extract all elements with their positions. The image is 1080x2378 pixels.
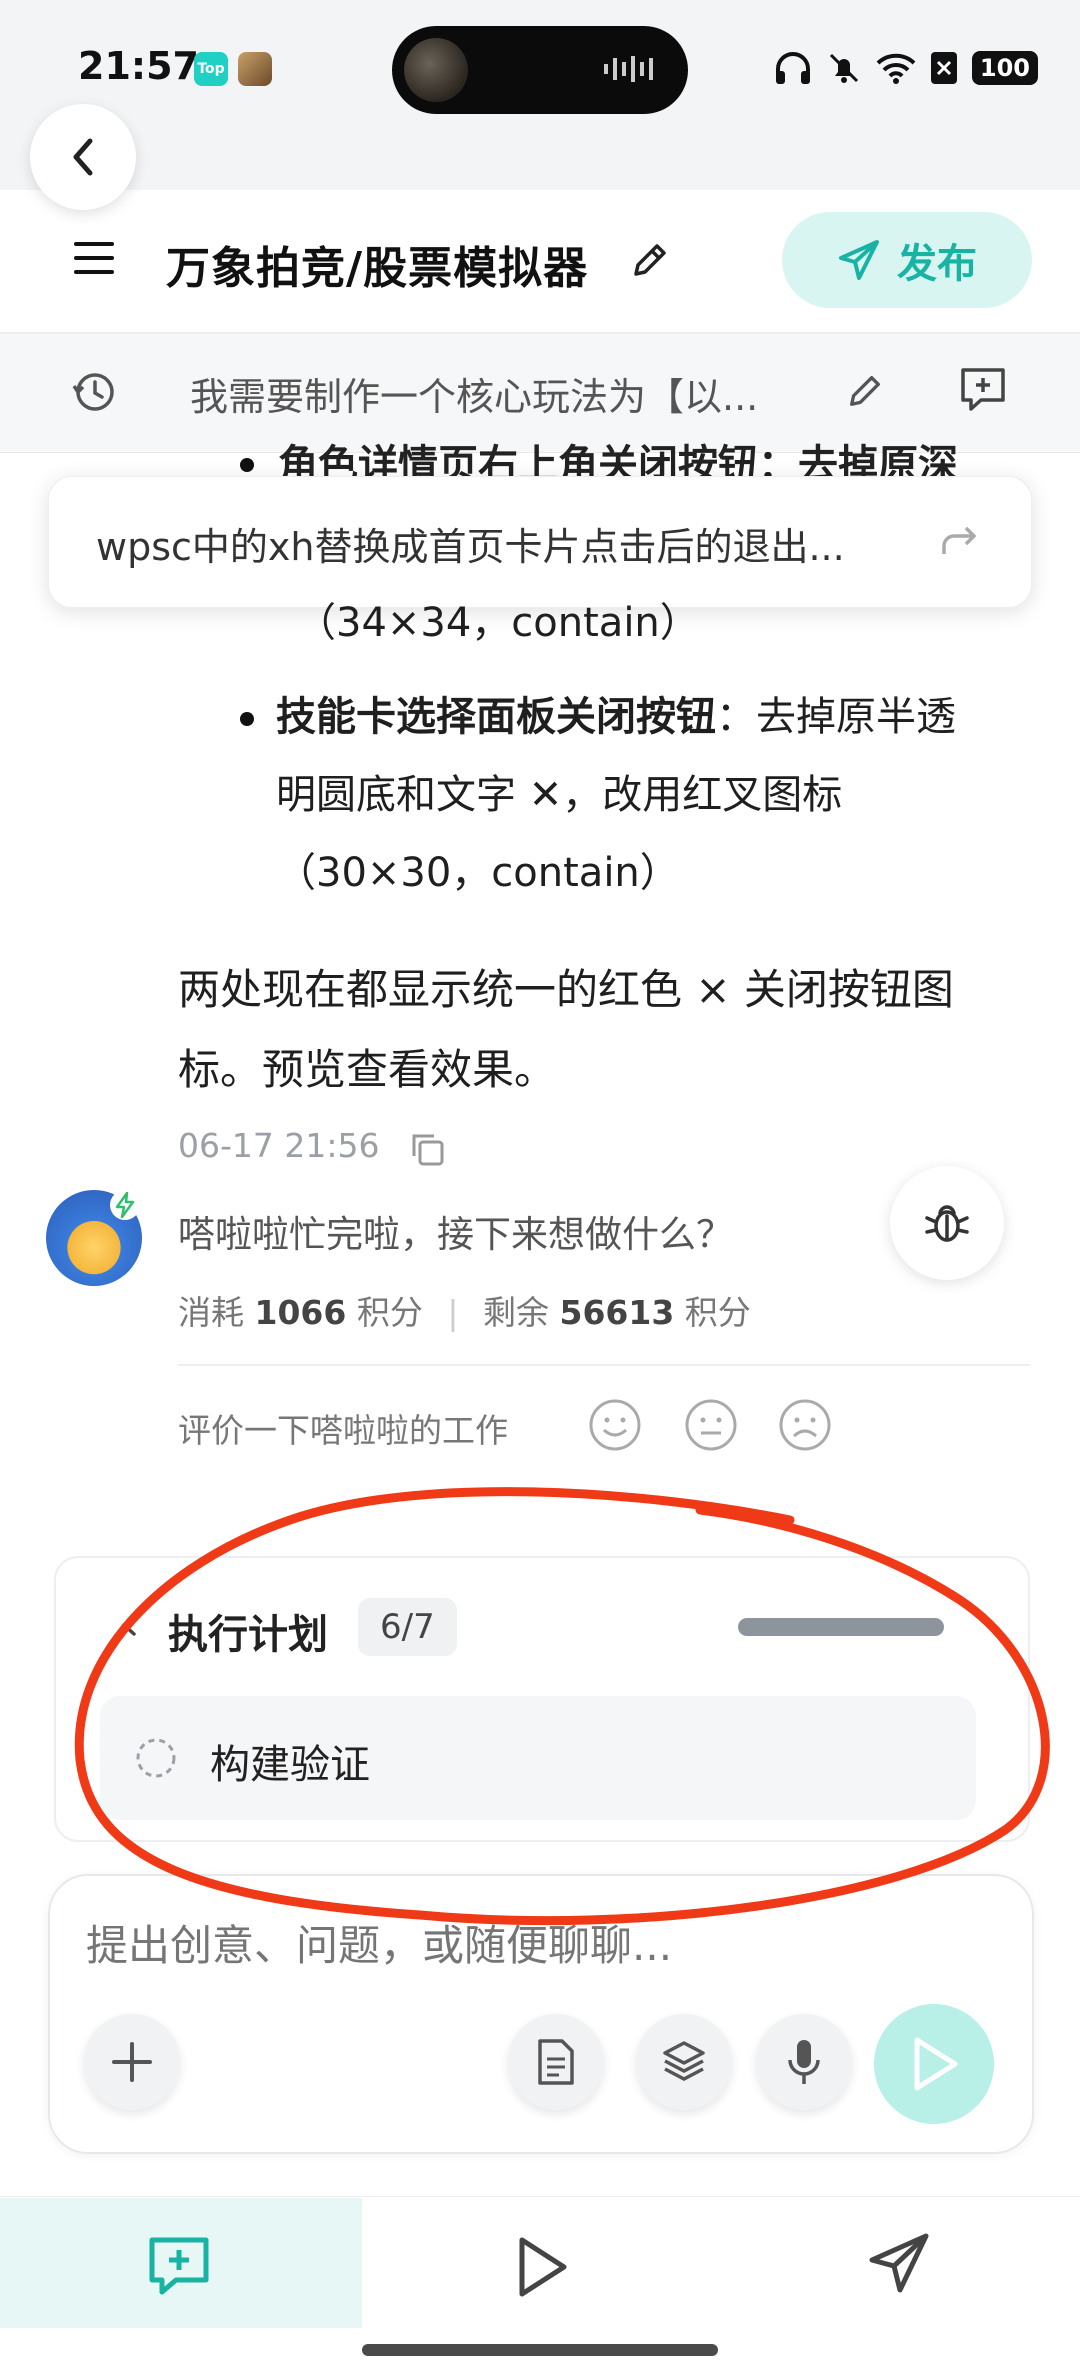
lightning-badge-icon [110,1190,140,1220]
menu-icon[interactable] [74,240,114,276]
bullet2-line3: （30×30，contain） [276,850,680,896]
chevron-collapse-icon[interactable] [116,1610,140,1640]
credits-unit-2: 积分 [684,1293,751,1332]
play-icon[interactable] [508,2234,574,2300]
divider [178,1364,1030,1366]
sim-off-icon [930,52,957,84]
copy-icon[interactable] [408,1130,446,1168]
bullet2-bold: 技能卡选择面板关闭按钮 [276,694,716,740]
bullet2-rest: ：去掉原半透 [716,694,956,740]
edit-prompt-icon[interactable] [846,372,884,410]
battery-indicator: 100 [971,51,1038,85]
bullet2-line2: 明圆底和文字 ✕，改用红叉图标 [276,772,843,818]
bug-icon [925,1205,969,1242]
sad-face-icon[interactable] [778,1398,832,1452]
layers-icon [663,2041,705,2081]
credits-remaining: 56613 [559,1293,675,1332]
headphones-icon [775,52,810,84]
plan-progress-badge: 6/7 [358,1598,457,1656]
send-button[interactable] [874,2004,994,2124]
bullet2-line1: 技能卡选择面板关闭按钮：去掉原半透 [276,678,956,756]
bell-muted-icon [829,53,858,83]
bug-report-button[interactable] [890,1166,1004,1280]
forward-icon[interactable] [940,520,980,560]
credits-used: 1066 [254,1293,347,1332]
send-icon [839,240,879,280]
bullet-dot [240,458,254,472]
home-indicator[interactable] [362,2344,718,2356]
chat-add-icon[interactable] [958,364,1008,414]
document-icon [538,2039,574,2085]
happy-face-icon[interactable] [588,1398,642,1452]
bullet-dot [240,712,254,726]
pending-step-icon [136,1738,176,1778]
message-timestamp: 06-17 21:56 [178,1126,380,1165]
edit-title-icon[interactable] [630,240,670,280]
publish-button[interactable]: 发布 [782,212,1032,308]
plus-icon [112,2042,152,2082]
publish-label: 发布 [897,241,977,287]
send-icon[interactable] [866,2230,932,2296]
history-icon[interactable] [72,370,116,414]
status-time: 21:57 [78,44,199,88]
suggestion-text[interactable]: wpsc中的xh替换成首页卡片点击后的退出... [96,516,896,571]
add-attachment-button[interactable] [84,2014,180,2110]
chat-input[interactable] [84,1920,948,1971]
rate-label: 评价一下嗒啦啦的工作 [178,1411,508,1450]
status-icons: 100 [774,50,1038,86]
chat-input-box [48,1874,1034,2154]
voice-input-button[interactable] [756,2014,852,2110]
credits-info: 消耗 1066 积分 | 剩余 56613 积分 [178,1293,751,1332]
page-title: 万象拍竞/股票模拟器 [166,243,589,294]
plan-step-label: 构建验证 [210,1742,370,1788]
original-prompt-text[interactable]: 我需要制作一个核心玩法为【以... [190,366,810,421]
layers-button[interactable] [636,2014,732,2110]
chevron-left-icon [73,138,93,176]
plan-progress-bar [738,1618,944,1636]
assistant-message: 嗒啦啦忙完啦，接下来想做什么？ [178,1213,733,1256]
audio-wave-icon [604,56,653,82]
chat-plus-icon[interactable] [146,2232,212,2298]
reply-paragraph: 两处现在都显示统一的红色 × 关闭按钮图标。预览查看效果。 [178,965,954,1094]
wifi-icon [876,53,916,84]
now-playing-art [404,38,468,102]
top-app-icon: Top [194,52,228,86]
neutral-face-icon[interactable] [684,1398,738,1452]
send-arrow-icon [914,2037,958,2091]
plan-title[interactable]: 执行计划 [168,1602,328,1660]
bullet1-size-note: （34×34，contain） [296,600,700,646]
game-app-icon [238,52,272,86]
back-button[interactable] [30,104,136,210]
document-button[interactable] [508,2014,604,2110]
microphone-icon [788,2040,820,2084]
